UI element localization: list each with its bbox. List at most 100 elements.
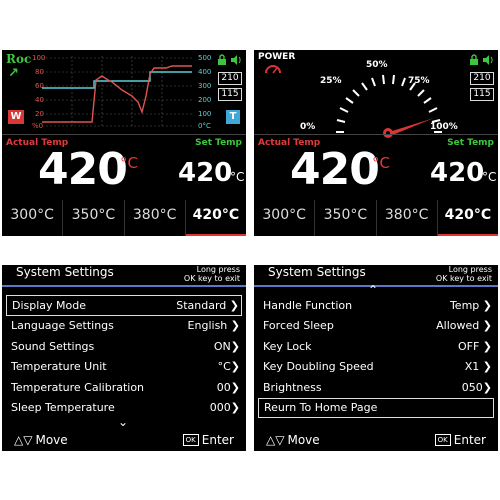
setting-value: Temp (449, 298, 480, 312)
setting-label: Sound Settings (11, 339, 95, 353)
settings-list: Display Mode Standard ❯ Language Settings… (6, 295, 242, 418)
setting-label: Handle Function (263, 298, 353, 312)
chevron-right-icon: ❯ (229, 298, 239, 312)
lock-icon (218, 54, 226, 65)
settings-title: System Settings (268, 265, 366, 279)
setting-label: Temperature Calibration (11, 380, 145, 394)
gauge-label-50: 50% (366, 60, 388, 70)
setting-row-key-lock[interactable]: Key Lock OFF ❯ (258, 336, 494, 357)
setting-value: 000 (209, 401, 231, 415)
setting-label: Forced Sleep (263, 319, 334, 333)
info-box-top: 210 (470, 72, 494, 85)
setting-row-return-home[interactable]: Reurn To Home Page (258, 397, 494, 418)
lock-icon (470, 54, 478, 65)
chevron-right-icon: ❯ (482, 319, 492, 333)
setting-value: OFF (457, 339, 480, 353)
chevron-right-icon: ❯ (230, 380, 240, 394)
setting-row-forced-sleep[interactable]: Forced Sleep Allowed ❯ (258, 316, 494, 337)
setting-row-sound[interactable]: Sound Settings ON❯ (6, 336, 242, 357)
set-temp-value: 420 (430, 158, 485, 188)
preset-button[interactable]: 300°C (254, 200, 316, 236)
setting-value: 050 (461, 380, 483, 394)
setting-value: 00 (216, 380, 231, 394)
actual-temp-unit: °C (120, 154, 138, 172)
gauge-label-100: 100% (430, 122, 458, 132)
exit-hint: Long press OK key to exit (436, 265, 492, 283)
preset-button-active[interactable]: 420°C (437, 200, 498, 236)
setting-row-handle-function[interactable]: Handle Function Temp ❯ (258, 295, 494, 316)
setting-row-temp-calibration[interactable]: Temperature Calibration 00❯ (6, 377, 242, 398)
chevron-right-icon: ❯ (482, 339, 492, 353)
set-temp-value: 420 (178, 158, 233, 188)
preset-button[interactable]: 300°C (2, 200, 64, 236)
preset-bar: 300°C 350°C 380°C 420°C (2, 200, 246, 236)
ok-key-icon: OK (182, 434, 199, 446)
settings-list: Handle Function Temp ❯ Forced Sleep Allowe… (258, 295, 494, 418)
speaker-icon (231, 55, 241, 65)
setting-value: X1 (464, 360, 480, 374)
setting-value: ON (213, 339, 231, 353)
divider (2, 134, 246, 135)
right-axis-tick: 100 (198, 110, 212, 118)
info-box-bottom: 115 (218, 88, 242, 101)
right-axis-tick: 300 (198, 82, 212, 90)
setting-value: Standard (176, 298, 227, 312)
temp-curve-screen: Roc ↗ W 100 80 60 40 20 %0 500 400 300 2… (2, 50, 246, 236)
info-box-bottom: 115 (470, 88, 494, 101)
divider (254, 134, 498, 135)
chevron-right-icon: ❯ (230, 339, 240, 353)
actual-temp-value: 420 (38, 144, 128, 195)
move-hint: △▽ Move (14, 433, 68, 447)
setting-row-language[interactable]: Language Settings English ❯ (6, 316, 242, 337)
move-label: Move (287, 433, 320, 447)
preset-button-active[interactable]: 420°C (185, 200, 246, 236)
enter-hint: OK Enter (434, 433, 486, 447)
title-underline (2, 285, 246, 287)
scroll-down-icon[interactable]: ⌄ (118, 415, 128, 429)
roc-label: Roc (6, 52, 32, 66)
setting-value: English (187, 319, 228, 333)
up-down-arrows-icon: △▽ (266, 433, 285, 447)
info-box-top: 210 (218, 72, 242, 85)
power-gauge-screen: POWER 0% 25% 50% 75% 100% 210 115 Actual… (254, 50, 498, 236)
setting-label: Brightness (263, 380, 322, 394)
chevron-right-icon: ❯ (482, 360, 492, 374)
setting-value: Allowed (436, 319, 480, 333)
w-badge: W (8, 110, 24, 124)
temperature-chart (42, 56, 192, 128)
enter-label: Enter (201, 433, 234, 447)
exit-hint: Long press OK key to exit (184, 265, 240, 283)
chevron-right-icon: ❯ (482, 298, 492, 312)
setting-label: Key Lock (263, 339, 312, 353)
gauge-label-0: 0% (300, 122, 316, 132)
right-axis-tick: 400 (198, 68, 212, 76)
right-axis-tick: 500 (198, 54, 212, 62)
enter-label: Enter (453, 433, 486, 447)
preset-button[interactable]: 380°C (377, 200, 438, 236)
settings-screen-1: System Settings Long press OK key to exi… (2, 265, 246, 451)
setting-row-display-mode[interactable]: Display Mode Standard ❯ (6, 295, 242, 316)
set-temp-label: Set Temp (195, 138, 242, 148)
exit-hint-line2: OK key to exit (435, 274, 492, 283)
actual-temp-line (42, 65, 192, 123)
chevron-right-icon: ❯ (230, 401, 240, 415)
chevron-right-icon: ❯ (230, 360, 240, 374)
chevron-right-icon: ❯ (230, 319, 240, 333)
settings-title: System Settings (16, 265, 114, 279)
setting-label: Temperature Unit (11, 360, 107, 374)
preset-button[interactable]: 350°C (315, 200, 377, 236)
gauge-label-25: 25% (320, 76, 342, 86)
preset-button[interactable]: 350°C (63, 200, 125, 236)
right-axis-tick: 0°C (198, 122, 211, 130)
setting-row-temp-unit[interactable]: Temperature Unit °C❯ (6, 357, 242, 378)
exit-hint-line1: Long press (196, 265, 240, 274)
preset-button[interactable]: 380°C (125, 200, 186, 236)
set-temp-unit: °C (482, 170, 497, 184)
setting-label: Display Mode (12, 298, 87, 312)
ok-key-icon: OK (434, 434, 451, 446)
setting-label: Key Doubling Speed (263, 360, 374, 374)
set-temp-unit: °C (230, 170, 245, 184)
setting-row-brightness[interactable]: Brightness 050❯ (258, 377, 494, 398)
setting-row-key-doubling-speed[interactable]: Key Doubling Speed X1 ❯ (258, 357, 494, 378)
setting-label: Reurn To Home Page (264, 401, 378, 415)
